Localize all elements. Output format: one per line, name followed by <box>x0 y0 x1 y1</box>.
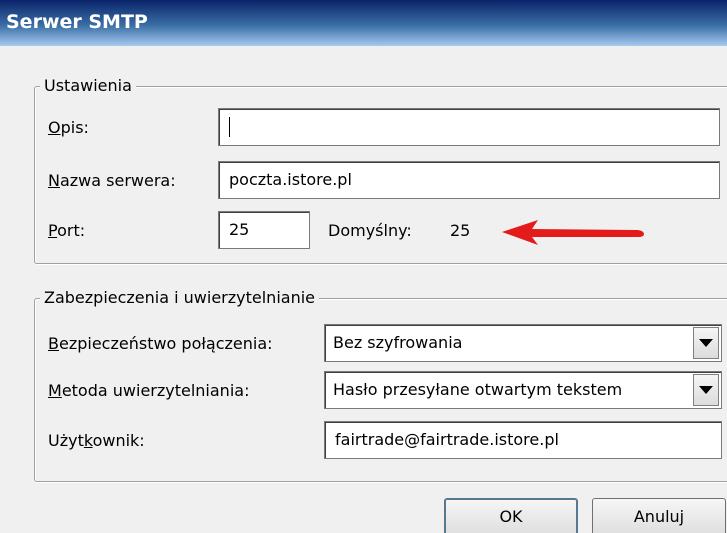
port-label-rest: ort: <box>57 221 86 240</box>
user-label: Użytkownik: <box>48 431 145 451</box>
server-name-label-accel: N <box>48 171 60 190</box>
security-group-legend: Zabezpieczenia i uwierzytelnianie <box>40 288 319 308</box>
user-input[interactable]: fairtrade@fairtrade.istore.pl <box>324 421 722 459</box>
default-port-label: Domyślny: <box>328 221 412 240</box>
cancel-button[interactable]: Anuluj <box>592 498 726 533</box>
description-label: Opis: <box>48 118 89 138</box>
connection-security-select[interactable]: Bez szyfrowania <box>324 324 722 362</box>
server-name-label-rest: azwa serwera: <box>59 171 176 190</box>
connection-security-selected: Bez szyfrowania <box>333 333 463 352</box>
auth-method-label-accel: M <box>48 381 62 400</box>
auth-method-label: Metoda uwierzytelniania: <box>48 381 249 401</box>
cancel-button-label: Anuluj <box>633 507 685 526</box>
auth-method-dropdown-button[interactable] <box>693 374 719 406</box>
user-label-end: ownik: <box>92 431 145 450</box>
settings-group-legend: Ustawienia <box>40 76 136 96</box>
port-label-accel: P <box>48 221 58 240</box>
description-label-accel: O <box>48 118 61 137</box>
user-label-accel: k <box>83 431 93 450</box>
port-input-value: 25 <box>229 220 250 239</box>
text-caret <box>229 117 230 137</box>
chevron-down-icon <box>699 339 713 347</box>
user-label-start: Użyt <box>48 431 84 450</box>
auth-method-select[interactable]: Hasło przesyłane otwartym tekstem <box>324 371 722 409</box>
connection-security-label-accel: B <box>48 334 59 353</box>
user-input-value: fairtrade@fairtrade.istore.pl <box>335 430 559 449</box>
window-title: Serwer SMTP <box>6 11 148 33</box>
connection-security-label: Bezpieczeństwo połączenia: <box>48 334 273 354</box>
server-name-input[interactable]: poczta.istore.pl <box>218 161 720 199</box>
smtp-server-dialog: Serwer SMTP Ustawienia Opis: Nazwa serwe… <box>0 0 727 533</box>
ok-button-label: OK <box>499 507 523 526</box>
server-name-label: Nazwa serwera: <box>48 171 176 191</box>
title-bar[interactable]: Serwer SMTP <box>0 0 727 46</box>
description-input[interactable] <box>218 108 720 146</box>
auth-method-label-rest: etoda uwierzytelniania: <box>61 381 250 400</box>
default-port-value: 25 <box>450 221 471 240</box>
connection-security-dropdown-button[interactable] <box>693 327 719 359</box>
auth-method-selected: Hasło przesyłane otwartym tekstem <box>333 380 623 399</box>
chevron-down-icon <box>699 386 713 394</box>
ok-button[interactable]: OK <box>444 498 578 533</box>
server-name-input-value: poczta.istore.pl <box>229 170 352 189</box>
connection-security-label-rest: ezpieczeństwo połączenia: <box>58 334 273 353</box>
port-label: Port: <box>48 221 85 241</box>
description-label-rest: pis: <box>60 118 89 137</box>
port-input[interactable]: 25 <box>218 211 310 249</box>
red-arrow-icon <box>502 220 644 245</box>
